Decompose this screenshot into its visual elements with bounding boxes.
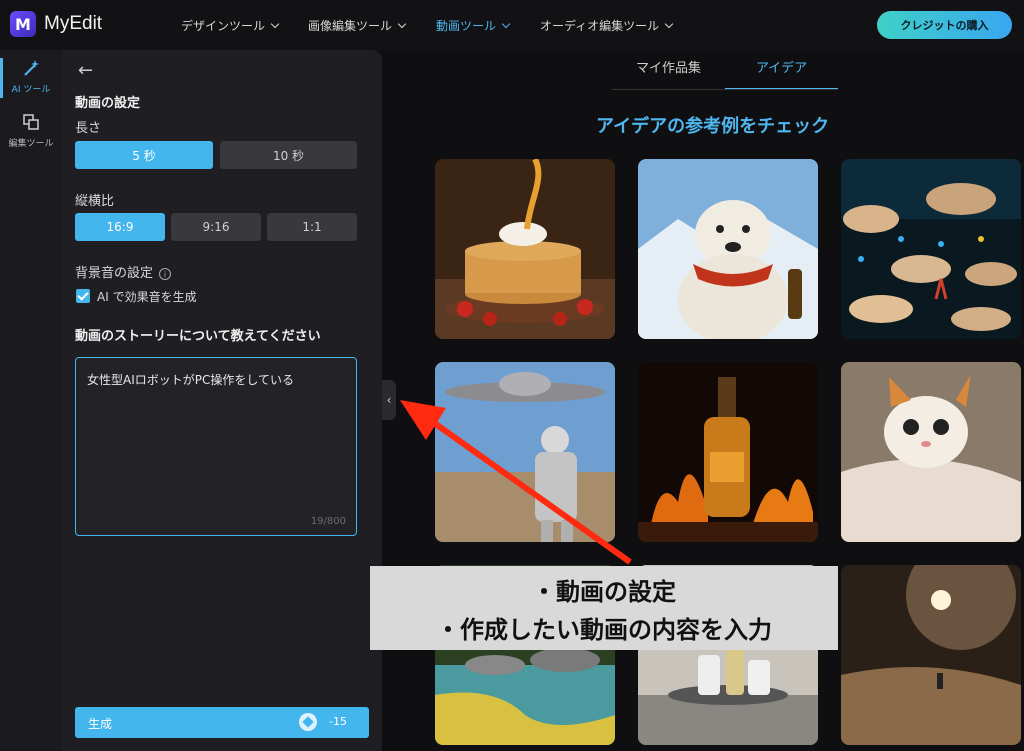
nav-audio-editing-tools[interactable]: オーディオ編集ツール: [540, 17, 674, 34]
character-count: 19/800: [310, 516, 346, 527]
annotation-line-1: ・動画の設定: [532, 578, 676, 606]
nav-label: 画像編集ツール: [308, 19, 393, 33]
tab-my-works[interactable]: マイ作品集: [612, 58, 725, 90]
nav-design-tools[interactable]: デザインツール: [181, 17, 280, 34]
ai-sound-effect-checkbox[interactable]: [76, 289, 90, 303]
content-tabs: マイ作品集 アイデア: [612, 58, 838, 90]
chevron-down-icon: [397, 19, 407, 29]
aspect-option-1-1[interactable]: 1:1: [267, 213, 357, 241]
astronaut-ufo-image: [435, 362, 615, 542]
bgm-setting-row: 背景音の設定 i: [75, 262, 172, 281]
gallery-item-astronaut-ufo[interactable]: [435, 362, 615, 542]
app-name: MyEdit: [44, 13, 103, 34]
rail-item-label: 編集ツール: [8, 139, 54, 149]
aspect-label: 縦横比: [75, 194, 115, 209]
coral-reef-image: [841, 159, 1021, 339]
section-title: 動画の設定: [75, 96, 141, 111]
top-navigation-bar: M MyEdit デザインツール 画像編集ツール 動画ツール オーディオ編集ツー…: [0, 0, 1024, 50]
length-option-5s[interactable]: 5 秒: [75, 141, 213, 169]
nav-label: 動画ツール: [436, 19, 497, 33]
buy-credits-button[interactable]: クレジットの購入: [877, 11, 1012, 39]
credit-gem-icon: [299, 713, 317, 731]
layers-icon: [23, 114, 39, 130]
nav-video-tools[interactable]: 動画ツール: [436, 17, 511, 34]
ai-sound-effect-label[interactable]: AI で効果音を生成: [97, 288, 197, 305]
left-tool-rail: AI ツール 編集ツール: [0, 50, 62, 751]
planet-desert-image: [841, 565, 1021, 745]
credit-cost: -15: [329, 715, 347, 728]
gallery-item-planet-desert[interactable]: [841, 565, 1021, 745]
info-icon[interactable]: i: [159, 267, 172, 280]
aspect-option-16-9[interactable]: 16:9: [75, 213, 165, 241]
pancakes-image: [435, 159, 615, 339]
gallery-item-kitten[interactable]: [841, 362, 1021, 542]
ideas-heading: アイデアの参考例をチェック: [596, 116, 830, 137]
collapse-panel-chevron-icon[interactable]: ‹: [382, 380, 396, 420]
back-arrow-icon[interactable]: ←: [78, 60, 93, 81]
app-logo[interactable]: M MyEdit: [10, 11, 102, 37]
gallery-item-coral-reef[interactable]: [841, 159, 1021, 339]
magic-wand-icon: [24, 60, 39, 76]
annotation-callout: ・動画の設定 ・作成したい動画の内容を入力: [370, 566, 838, 650]
tabs-divider: [612, 89, 838, 90]
kitten-image: [841, 362, 1021, 542]
rail-item-label: AI ツール: [11, 85, 51, 95]
polar-bear-image: [638, 159, 818, 339]
video-settings-panel: ← 動画の設定 長さ 5 秒 10 秒 縦横比 16:9 9:16 1:1 背景…: [62, 50, 382, 751]
aspect-option-9-16[interactable]: 9:16: [171, 213, 261, 241]
gallery-item-whisky-fire[interactable]: [638, 362, 818, 542]
chevron-down-icon: [501, 19, 511, 29]
logo-mark-icon: M: [10, 11, 36, 37]
whisky-fire-image: [638, 362, 818, 542]
nav-image-editing-tools[interactable]: 画像編集ツール: [308, 17, 407, 34]
chevron-down-icon: [664, 19, 674, 29]
length-option-10s[interactable]: 10 秒: [220, 141, 357, 169]
story-label: 動画のストーリーについて教えてください: [75, 329, 321, 344]
rail-item-edit-tools[interactable]: 編集ツール: [0, 112, 62, 149]
rail-item-ai-tools[interactable]: AI ツール: [0, 58, 62, 98]
length-label: 長さ: [75, 121, 102, 136]
gallery-item-pancakes[interactable]: [435, 159, 615, 339]
chevron-down-icon: [270, 19, 280, 29]
generate-button[interactable]: 生成 -15: [75, 707, 369, 738]
annotation-line-2: ・作成したい動画の内容を入力: [436, 616, 772, 644]
story-textarea[interactable]: 女性型AIロボットがPC操作をしている 19/800: [75, 357, 357, 536]
gallery-item-polar-bear[interactable]: [638, 159, 818, 339]
bgm-label: 背景音の設定: [75, 266, 154, 281]
generate-label: 生成: [88, 717, 113, 731]
tab-ideas[interactable]: アイデア: [725, 58, 838, 90]
story-text: 女性型AIロボットがPC操作をしている: [87, 373, 295, 387]
nav-label: オーディオ編集ツール: [540, 19, 660, 33]
nav-label: デザインツール: [181, 19, 266, 33]
